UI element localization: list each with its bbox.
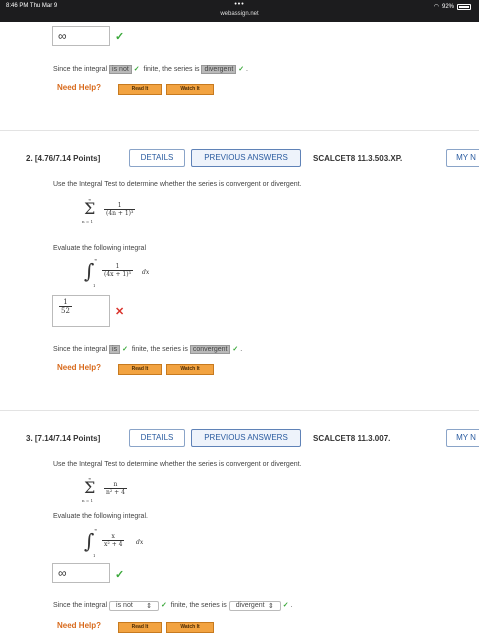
status-bar: 8:46 PM Thu Mar 9 ••• webassign.net ◠ 92…	[0, 0, 479, 22]
watch-it-button[interactable]: Watch It	[166, 84, 214, 95]
status-icons: ◠ 92%	[434, 3, 471, 10]
q2-integral: ∞ ∫ 1 1 (4x + 1)³ dx	[84, 257, 150, 288]
q3-answer-field[interactable]: ∞	[52, 563, 110, 583]
q3-series: ∞ Σ n = 1 n n² + 4	[82, 476, 127, 503]
correct-check-icon: ✓	[122, 346, 128, 353]
q1-answer-field[interactable]: ∞	[52, 26, 110, 46]
q3-integral: ∞ ∫ 1 x x² + 4 dx	[84, 527, 144, 558]
correct-check-icon: ✓	[238, 66, 245, 73]
q2-code: SCALCET8 11.3.503.XP.	[313, 154, 403, 163]
correct-check-icon: ✓	[115, 569, 125, 581]
q2-header: 2. [4.76/7.14 Points]	[26, 154, 101, 163]
chevron-updown-icon: ⇕	[146, 603, 153, 610]
chevron-updown-icon: ⇕	[267, 603, 274, 610]
q1-conclusion: Since the integral is not ✓ finite, the …	[53, 65, 248, 74]
q2-my-notes-button[interactable]: MY N	[446, 149, 479, 167]
correct-check-icon: ✓	[232, 346, 239, 353]
q2-series-select[interactable]: convergent	[189, 345, 231, 354]
watch-it-button[interactable]: Watch It	[166, 622, 214, 633]
correct-check-icon: ✓	[133, 66, 140, 73]
q3-series-select[interactable]: divergent ⇕	[228, 601, 281, 611]
correct-check-icon: ✓	[161, 602, 167, 609]
correct-check-icon: ✓	[282, 602, 289, 609]
need-help-label: Need Help?	[57, 83, 102, 92]
q3-evaluate-label: Evaluate the following integral.	[53, 513, 148, 520]
watch-it-button[interactable]: Watch It	[166, 364, 214, 375]
q2-conclusion: Since the integral is ✓ finite, the seri…	[53, 345, 243, 354]
q2-instruction: Use the Integral Test to determine wheth…	[53, 181, 302, 188]
q2-details-button[interactable]: DETAILS	[129, 149, 185, 167]
q2-previous-answers-button[interactable]: PREVIOUS ANSWERS	[191, 149, 301, 167]
battery-icon	[457, 3, 471, 10]
correct-check-icon: ✓	[115, 31, 125, 43]
read-it-button[interactable]: Read It	[118, 364, 162, 375]
q2-answer-field[interactable]: 1 52	[52, 295, 110, 327]
q3-integral-select[interactable]: is not ⇕	[109, 601, 160, 611]
q1-series-select[interactable]: divergent	[201, 65, 237, 74]
need-help-label: Need Help?	[57, 363, 102, 372]
incorrect-x-icon: ✕	[115, 306, 125, 318]
q3-my-notes-button[interactable]: MY N	[446, 429, 479, 447]
q3-previous-answers-button[interactable]: PREVIOUS ANSWERS	[191, 429, 301, 447]
q3-details-button[interactable]: DETAILS	[129, 429, 185, 447]
address-bar[interactable]: webassign.net	[0, 11, 479, 17]
q3-conclusion: Since the integral is not ⇕ ✓ finite, th…	[53, 601, 293, 611]
q2-series: ∞ Σ n = 1 1 (4n + 1)³	[82, 197, 136, 224]
read-it-button[interactable]: Read It	[118, 622, 162, 633]
battery-percent: 92%	[441, 3, 454, 10]
q3-header: 3. [7.14/7.14 Points]	[26, 434, 101, 443]
section-divider	[0, 410, 479, 411]
read-it-button[interactable]: Read It	[118, 84, 162, 95]
q2-evaluate-label: Evaluate the following integral	[53, 245, 147, 252]
wifi-icon: ◠	[433, 4, 439, 10]
q3-code: SCALCET8 11.3.007.	[313, 434, 391, 443]
q1-integral-select[interactable]: is not	[109, 65, 132, 74]
section-divider	[0, 130, 479, 131]
need-help-label: Need Help?	[57, 621, 102, 630]
q3-instruction: Use the Integral Test to determine wheth…	[53, 461, 302, 468]
more-dots-icon[interactable]: •••	[0, 1, 479, 8]
q2-integral-select[interactable]: is	[109, 345, 121, 354]
